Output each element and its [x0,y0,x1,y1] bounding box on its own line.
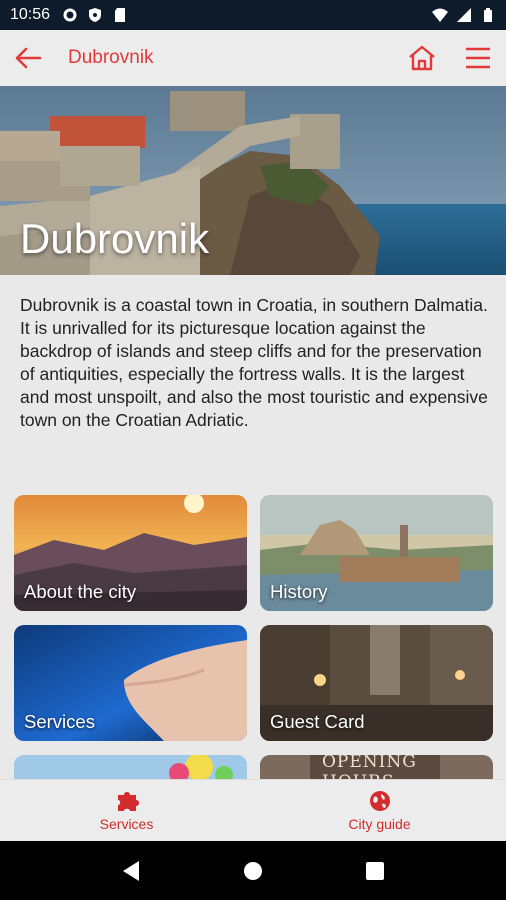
tile-label: Guest Card [270,711,365,732]
sd-card-icon [115,8,126,22]
back-triangle-icon[interactable] [121,860,141,882]
shield-icon [89,8,102,22]
tile-history[interactable]: History [260,495,493,611]
page-title: Dubrovnik [68,47,154,68]
home-button[interactable] [400,38,444,78]
nav-label: City guide [348,816,411,832]
nav-city-guide[interactable]: City guide [253,780,506,841]
nav-label: Services [99,816,154,832]
tile-label: Services [24,711,95,732]
status-bar: 10:56 [0,0,506,30]
menu-button[interactable] [456,38,500,78]
city-description: Dubrovnik is a coastal town in Croatia, … [20,295,488,430]
settings-icon [63,8,77,22]
arrow-left-icon [15,47,42,69]
battery-icon [484,8,492,22]
recents-square-icon[interactable] [365,861,385,881]
system-navigation-bar [0,841,506,900]
hamburger-menu-icon [466,47,490,69]
home-circle-icon[interactable] [242,860,264,882]
status-time: 10:56 [10,6,51,23]
bottom-navigation: Services City guide [0,779,506,841]
tile-guest-card[interactable]: Guest Card [260,625,493,741]
tile-label: About the city [24,581,137,602]
nav-services[interactable]: Services [0,780,253,841]
tile-label: History [270,581,328,602]
signal-icon [457,8,471,22]
home-icon [409,45,435,71]
back-button[interactable] [0,30,56,86]
app-bar: Dubrovnik [0,30,506,86]
globe-icon [369,791,390,811]
hero-image: Dubrovnik [0,86,506,275]
tile-services[interactable]: Services [14,625,247,741]
tile-about-the-city[interactable]: About the city [14,495,247,611]
wifi-icon [432,8,448,22]
puzzle-icon [117,792,139,811]
hero-title: Dubrovnik [20,215,210,262]
